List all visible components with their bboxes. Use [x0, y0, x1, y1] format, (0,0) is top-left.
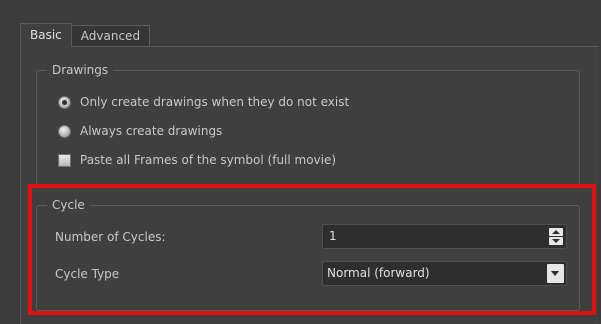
drawings-group-title: Drawings — [47, 62, 114, 78]
dialog-root: Basic Advanced Drawings Only create draw… — [0, 0, 601, 324]
option-label: Only create drawings when they do not ex… — [80, 95, 350, 109]
number-of-cycles-value: 1 — [329, 229, 337, 243]
tab-bar: Basic Advanced — [20, 23, 151, 47]
cycle-type-value: Normal (forward) — [327, 266, 430, 280]
spin-up-arrow-icon[interactable] — [549, 228, 563, 236]
number-of-cycles-label: Number of Cycles: — [55, 230, 166, 244]
cycle-type-dropdown[interactable]: Normal (forward) — [322, 261, 567, 286]
radio-button-icon[interactable] — [58, 124, 71, 138]
drawings-group: Drawings Only create drawings when they … — [36, 62, 580, 185]
cycle-group-title: Cycle — [47, 197, 90, 213]
checkbox-label: Paste all Frames of the symbol (full mov… — [80, 153, 337, 167]
basic-tab-panel: Drawings Only create drawings when they … — [20, 46, 599, 324]
cycle-type-label: Cycle Type — [55, 267, 120, 281]
chevron-down-icon[interactable] — [547, 264, 564, 283]
tab-basic[interactable]: Basic — [20, 23, 72, 47]
tab-advanced[interactable]: Advanced — [70, 25, 151, 47]
option-always-create[interactable]: Always create drawings — [58, 123, 222, 139]
number-of-cycles-spinbox[interactable]: 1 — [322, 224, 567, 249]
option-label: Always create drawings — [80, 124, 223, 138]
radio-button-selected-icon[interactable] — [58, 95, 71, 109]
checkbox-icon[interactable] — [58, 153, 71, 167]
option-only-create-when-missing[interactable]: Only create drawings when they do not ex… — [58, 94, 349, 110]
cycle-group: Cycle Number of Cycles: 1 Cycle Type Nor… — [36, 197, 580, 311]
spin-down-arrow-icon[interactable] — [549, 237, 563, 245]
spinner-buttons — [549, 228, 563, 245]
paste-all-frames-option[interactable]: Paste all Frames of the symbol (full mov… — [58, 152, 336, 168]
